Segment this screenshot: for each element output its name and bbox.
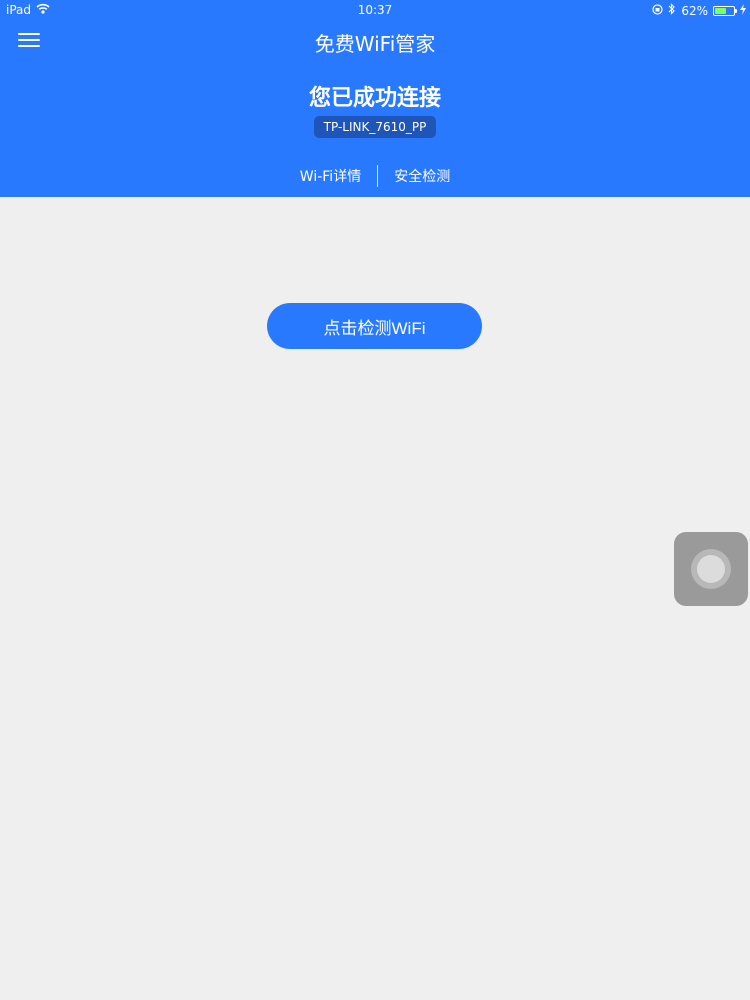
app-screen: iPad 10:37 62% 免费WiFi管家 您已成功连接 TP-LINK_7… xyxy=(0,0,750,1000)
battery-fill xyxy=(715,7,726,14)
status-time: 10:37 xyxy=(357,3,393,17)
orientation-lock-icon xyxy=(652,3,663,18)
check-wifi-button[interactable]: 点击检测WiFi xyxy=(267,303,482,349)
tab-bar: Wi-Fi详情 安全检测 xyxy=(0,164,750,188)
tab-security-check[interactable]: 安全检测 xyxy=(378,166,466,186)
ssid-badge: TP-LINK_7610_PP xyxy=(313,116,437,138)
bluetooth-icon xyxy=(668,3,676,18)
tab-wifi-details[interactable]: Wi-Fi详情 xyxy=(284,166,377,186)
ssid-container: TP-LINK_7610_PP xyxy=(0,116,750,138)
status-bar: iPad 10:37 62% xyxy=(0,0,750,22)
app-title: 免费WiFi管家 xyxy=(314,32,436,56)
battery-icon xyxy=(713,5,737,16)
assistive-touch-icon xyxy=(697,555,725,583)
battery-nub xyxy=(735,8,737,13)
connection-status-headline: 您已成功连接 xyxy=(308,86,441,111)
charging-icon xyxy=(740,3,746,18)
status-right: 62% xyxy=(652,3,746,18)
header-panel: iPad 10:37 62% 免费WiFi管家 您已成功连接 TP-LINK_7… xyxy=(0,0,750,197)
assistive-touch-button[interactable] xyxy=(674,532,748,606)
battery-percent: 62% xyxy=(681,3,708,18)
